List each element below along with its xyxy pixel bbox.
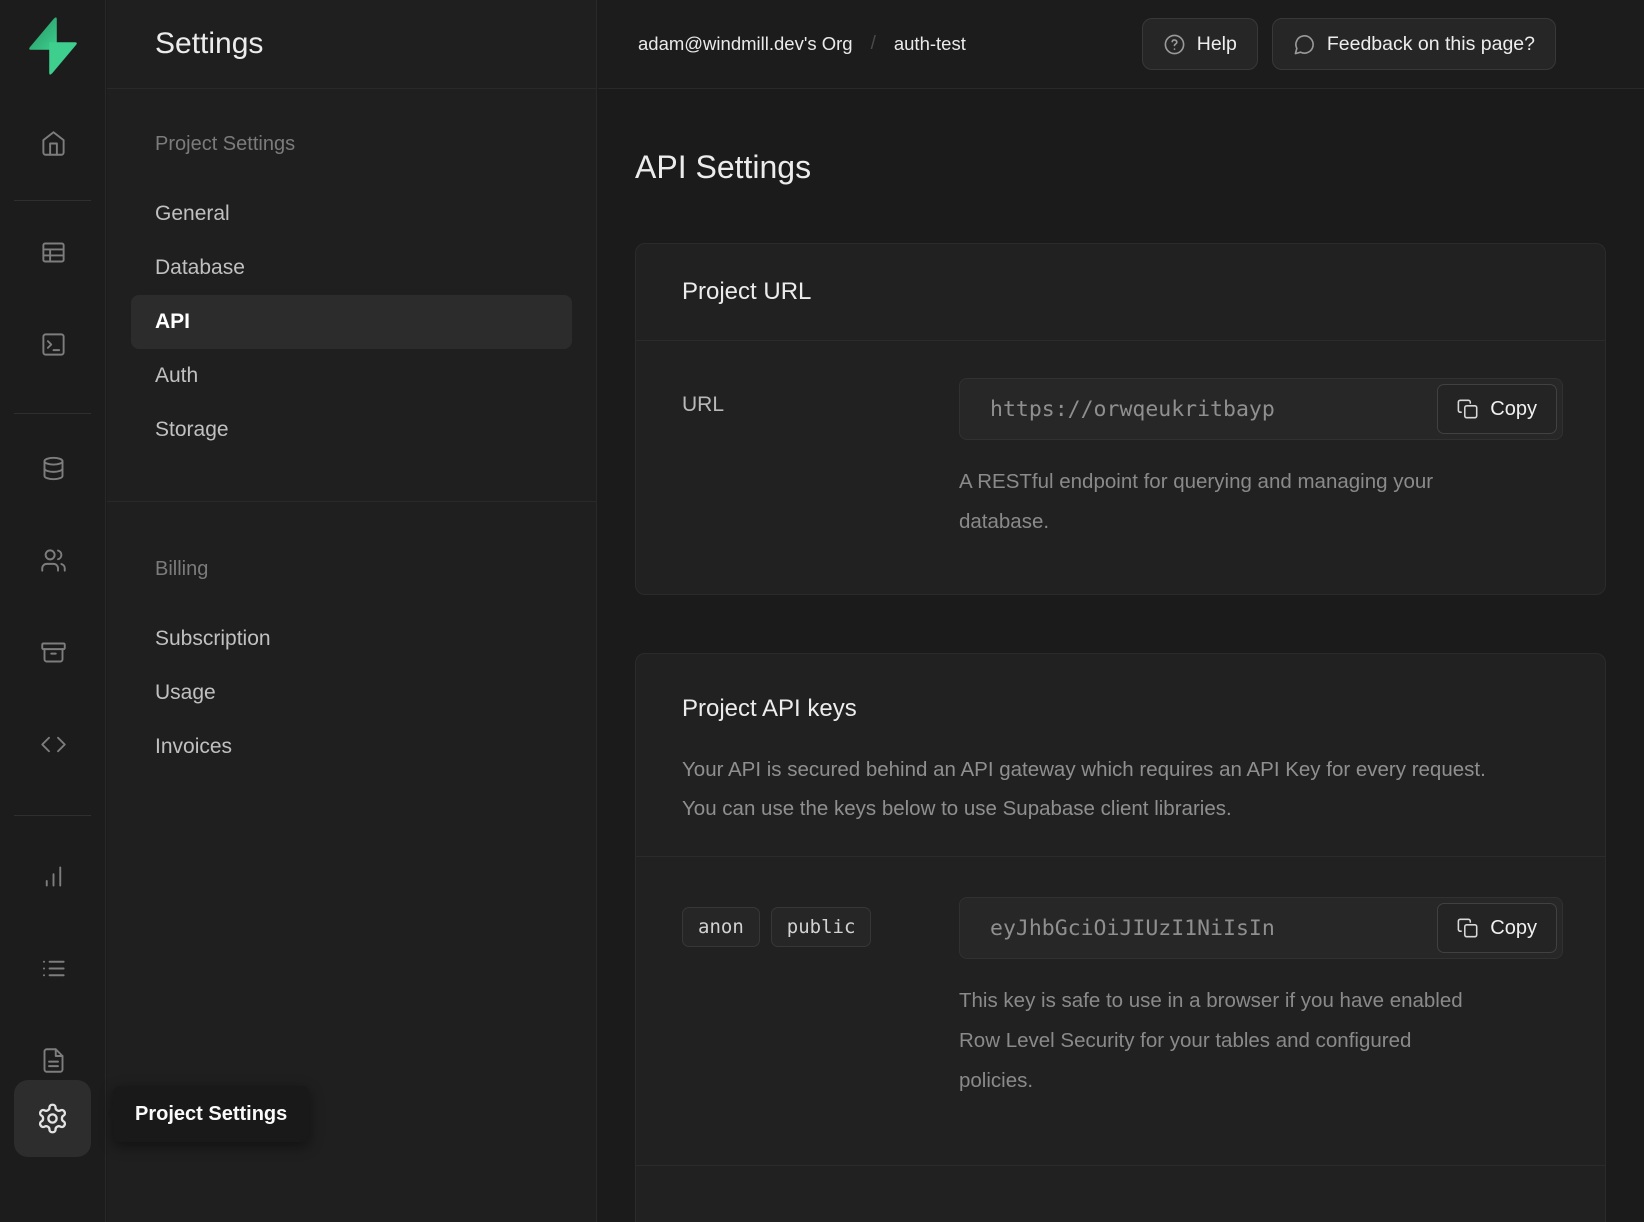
sidebar-divider	[107, 501, 596, 502]
rail-divider	[14, 200, 91, 201]
help-button[interactable]: Help	[1142, 18, 1258, 70]
help-button-label: Help	[1197, 33, 1237, 56]
rail-project-settings-button[interactable]	[14, 1080, 91, 1157]
rail-logs-button[interactable]	[29, 944, 77, 992]
anon-badge: anon	[682, 907, 760, 947]
project-settings-tooltip: Project Settings	[113, 1086, 309, 1142]
api-keys-card-title: Project API keys	[682, 692, 1559, 726]
url-row-label: URL	[682, 378, 959, 542]
api-keys-intro-line2: You can use the keys below to use Supaba…	[682, 789, 1487, 828]
copy-icon	[1457, 917, 1479, 939]
help-circle-icon	[1163, 33, 1186, 56]
rail-table-editor-button[interactable]	[29, 228, 77, 276]
breadcrumb-separator: /	[871, 33, 876, 55]
rail-divider	[14, 413, 91, 414]
sidebar-item-subscription[interactable]: Subscription	[131, 612, 572, 666]
api-docs-file-icon	[40, 1047, 67, 1074]
rail-database-button[interactable]	[29, 444, 77, 492]
supabase-logo-icon[interactable]	[25, 16, 81, 76]
rail-divider	[14, 815, 91, 816]
page-title: API Settings	[635, 146, 1607, 188]
rail-functions-button[interactable]	[29, 720, 77, 768]
group-label-project-settings: Project Settings	[107, 131, 596, 157]
sidebar-item-database[interactable]: Database	[131, 241, 572, 295]
project-api-keys-card: Project API keys Your API is secured beh…	[635, 653, 1606, 1222]
breadcrumb: adam@windmill.dev's Org / auth-test	[638, 33, 966, 55]
sidebar-nav: Project Settings General Database API Au…	[107, 89, 596, 774]
sidebar-item-auth[interactable]: Auth	[131, 349, 572, 403]
storage-archive-icon	[40, 639, 67, 666]
url-description: A RESTful endpoint for querying and mana…	[959, 462, 1489, 542]
anon-key-description: This key is safe to use in a browser if …	[959, 981, 1489, 1101]
database-icon	[40, 455, 67, 482]
rail-storage-button[interactable]	[29, 628, 77, 676]
project-url-card: Project URL URL https://orwqeukritbayp C…	[635, 243, 1606, 595]
project-url-card-header: Project URL	[636, 244, 1605, 341]
speech-bubble-icon	[1293, 33, 1316, 56]
key-badges: anon public	[682, 897, 959, 1101]
reports-chart-icon	[40, 863, 67, 890]
rail-home-button[interactable]	[29, 119, 77, 167]
key-value-column: eyJhbGciOiJIUzI1NiIsIn Copy This key is …	[959, 897, 1563, 1101]
api-keys-intro-line1: Your API is secured behind an API gatewa…	[682, 750, 1487, 789]
api-keys-next-row-clipped	[636, 1166, 1605, 1222]
auth-users-icon	[40, 547, 67, 574]
copy-url-label: Copy	[1490, 398, 1537, 421]
logs-list-icon	[40, 955, 67, 982]
sidebar-item-storage[interactable]: Storage	[131, 403, 572, 457]
rail-sql-editor-button[interactable]	[29, 320, 77, 368]
settings-gear-icon	[36, 1102, 69, 1135]
copy-key-label: Copy	[1490, 917, 1537, 940]
anon-key-row: anon public eyJhbGciOiJIUzI1NiIsIn Copy …	[636, 857, 1605, 1101]
breadcrumb-org[interactable]: adam@windmill.dev's Org	[638, 33, 853, 55]
tooltip-label: Project Settings	[135, 1103, 287, 1126]
feedback-button-label: Feedback on this page?	[1327, 33, 1535, 56]
sql-terminal-icon	[40, 331, 67, 358]
sidebar-item-general[interactable]: General	[131, 187, 572, 241]
sidebar-item-invoices[interactable]: Invoices	[131, 720, 572, 774]
url-row: URL https://orwqeukritbayp Copy A RESTfu…	[636, 341, 1605, 594]
copy-url-button[interactable]: Copy	[1437, 384, 1557, 434]
feedback-button[interactable]: Feedback on this page?	[1272, 18, 1556, 70]
table-editor-icon	[40, 239, 67, 266]
api-keys-card-header: Project API keys Your API is secured beh…	[636, 654, 1605, 857]
home-icon	[40, 130, 67, 157]
rail-reports-button[interactable]	[29, 852, 77, 900]
sidebar-title: Settings	[107, 0, 596, 89]
settings-sidebar: Settings Project Settings General Databa…	[107, 0, 597, 1222]
sidebar-item-usage[interactable]: Usage	[131, 666, 572, 720]
copy-key-button[interactable]: Copy	[1437, 903, 1557, 953]
group-label-billing: Billing	[107, 556, 596, 582]
project-url-card-title: Project URL	[682, 274, 1559, 310]
rail-auth-button[interactable]	[29, 536, 77, 584]
copy-icon	[1457, 398, 1479, 420]
main-content: API Settings Project URL URL https://orw…	[598, 90, 1644, 1222]
rail-api-docs-button[interactable]	[29, 1036, 77, 1084]
functions-code-icon	[40, 731, 67, 758]
public-badge: public	[771, 907, 872, 947]
breadcrumb-project[interactable]: auth-test	[894, 33, 966, 55]
sidebar-item-api[interactable]: API	[131, 295, 572, 349]
top-bar: adam@windmill.dev's Org / auth-test Help…	[598, 0, 1644, 89]
icon-rail	[0, 0, 106, 1222]
url-value-column: https://orwqeukritbayp Copy A RESTful en…	[959, 378, 1563, 542]
